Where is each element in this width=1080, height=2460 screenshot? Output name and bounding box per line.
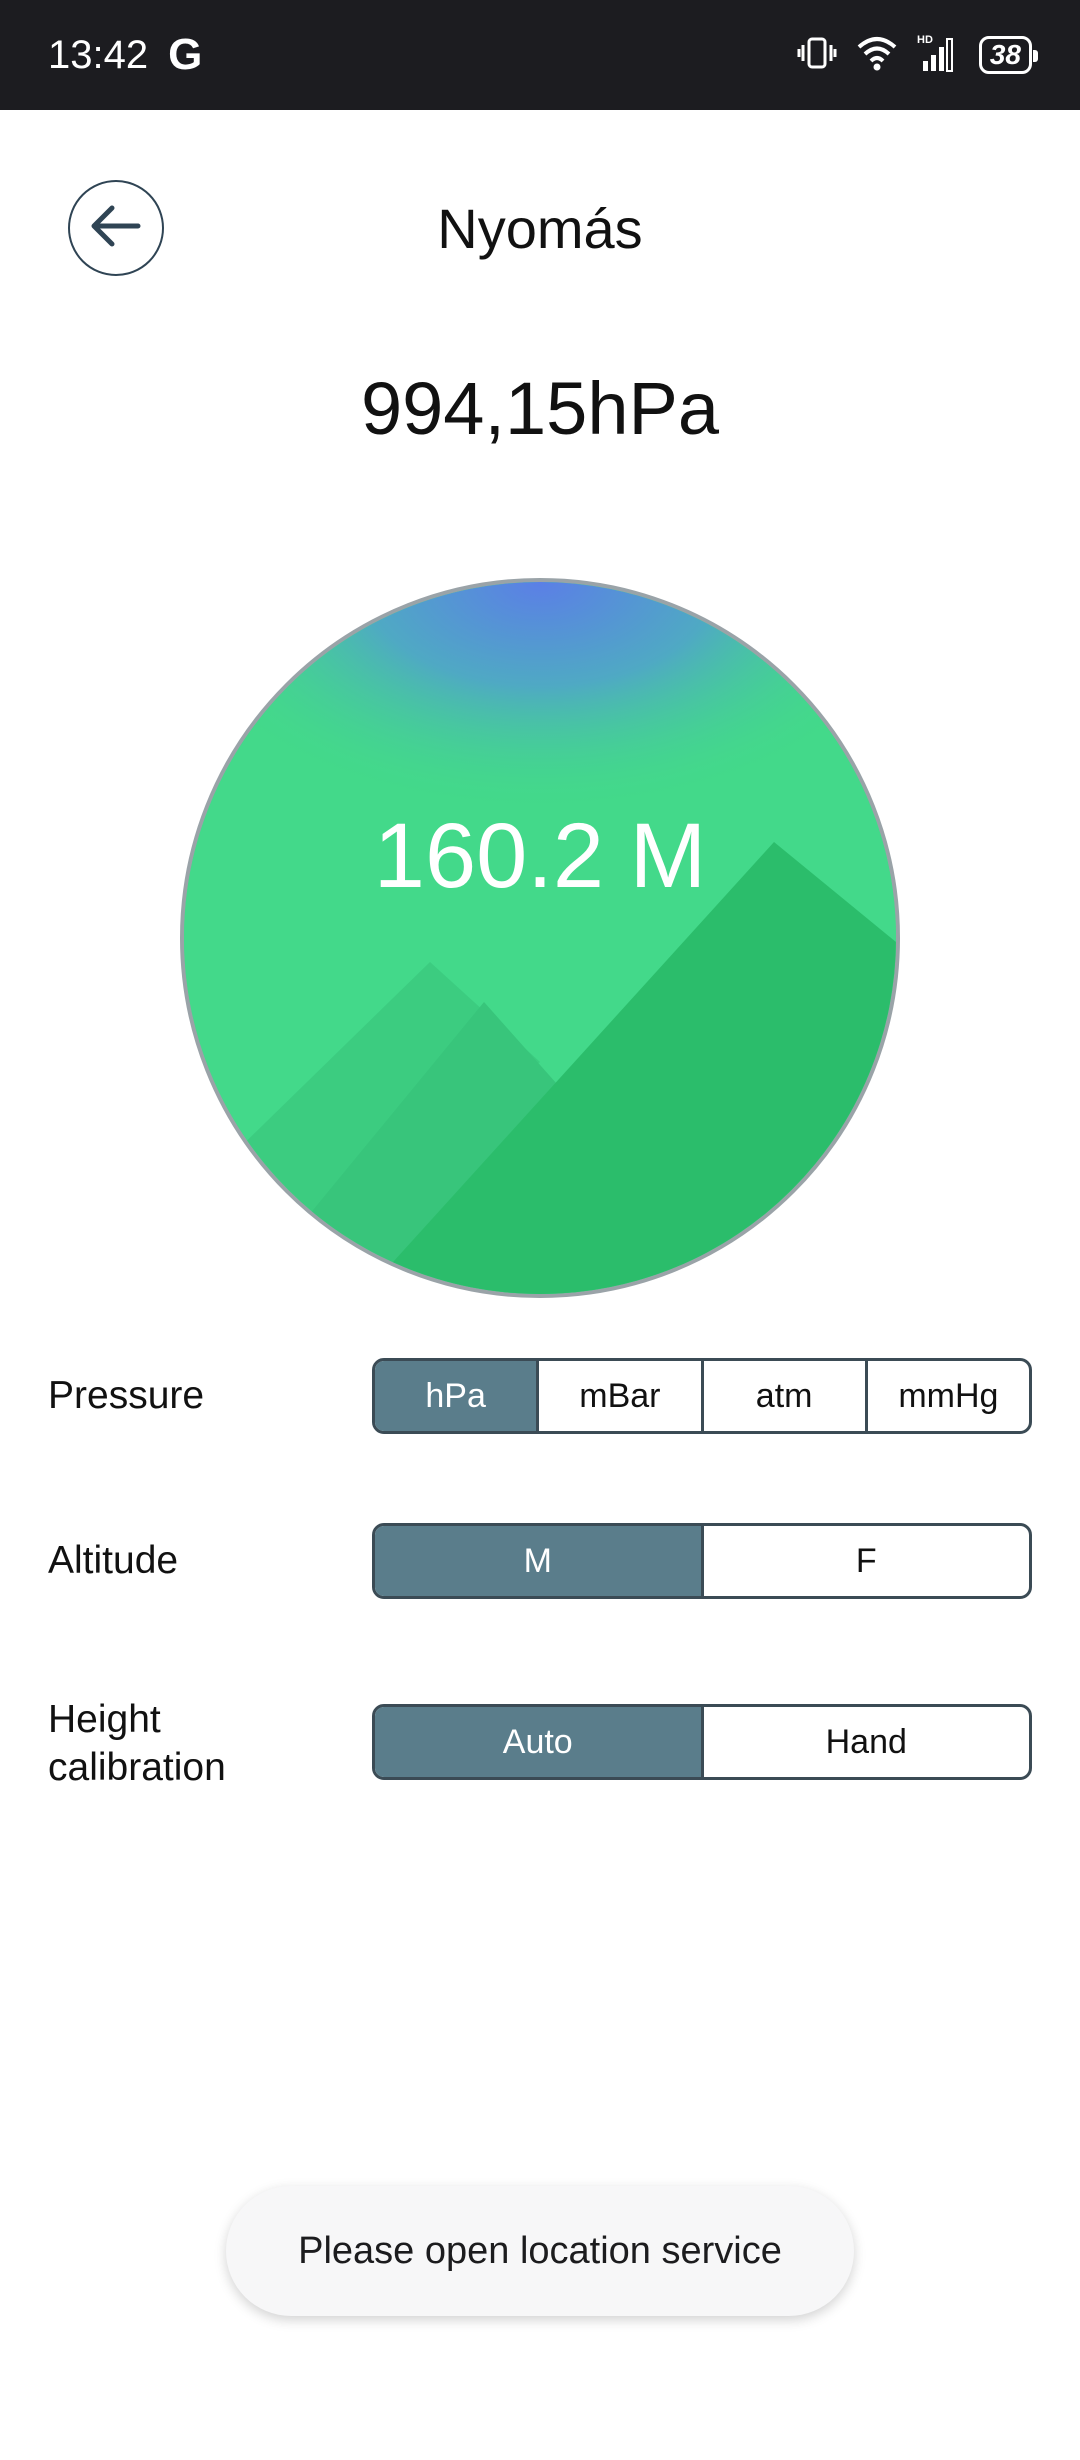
pressure-setting-row: Pressure hPa mBar atm mmHg [48, 1358, 1032, 1434]
calibration-option-auto[interactable]: Auto [375, 1707, 704, 1777]
svg-text:HD: HD [917, 34, 933, 46]
vibrate-icon [797, 35, 837, 76]
altitude-value: 160.2 M [373, 805, 707, 907]
height-calibration-setting-row: Height calibration Auto Hand [48, 1696, 1032, 1796]
altitude-gauge: 160.2 M [180, 578, 900, 1298]
pressure-unit-selector: hPa mBar atm mmHg [372, 1358, 1032, 1434]
toast-message: Please open location service [226, 2186, 854, 2316]
pressure-option-atm[interactable]: atm [704, 1361, 868, 1431]
altitude-option-m[interactable]: M [375, 1526, 704, 1596]
pressure-reading: 994,15hPa [360, 367, 719, 450]
signal-hd-icon: HD [917, 33, 961, 78]
pressure-option-mbar[interactable]: mBar [539, 1361, 704, 1431]
status-left: 13:42 G [48, 30, 202, 80]
altitude-setting-row: Altitude M F [48, 1523, 1032, 1599]
pressure-option-hpa[interactable]: hPa [375, 1361, 540, 1431]
altitude-option-f[interactable]: F [704, 1526, 1030, 1596]
app-header: Nyomás [0, 110, 1080, 345]
altitude-label: Altitude [48, 1539, 179, 1582]
height-calibration-label: Height calibration [48, 1698, 226, 1789]
gauge-background [184, 582, 896, 1294]
status-time: 13:42 [48, 32, 149, 77]
page-title: Nyomás [437, 197, 643, 260]
status-right: HD 38 [797, 33, 1039, 78]
google-icon: G [168, 30, 203, 79]
pressure-label: Pressure [48, 1374, 205, 1417]
height-calibration-selector: Auto Hand [372, 1704, 1032, 1780]
wifi-icon [855, 35, 899, 76]
battery-icon: 38 [978, 36, 1039, 74]
altitude-unit-selector: M F [372, 1523, 1032, 1599]
pressure-option-mmhg[interactable]: mmHg [868, 1361, 1029, 1431]
calibration-option-hand[interactable]: Hand [704, 1707, 1030, 1777]
status-bar: 13:42 G HD 38 [0, 0, 1080, 110]
